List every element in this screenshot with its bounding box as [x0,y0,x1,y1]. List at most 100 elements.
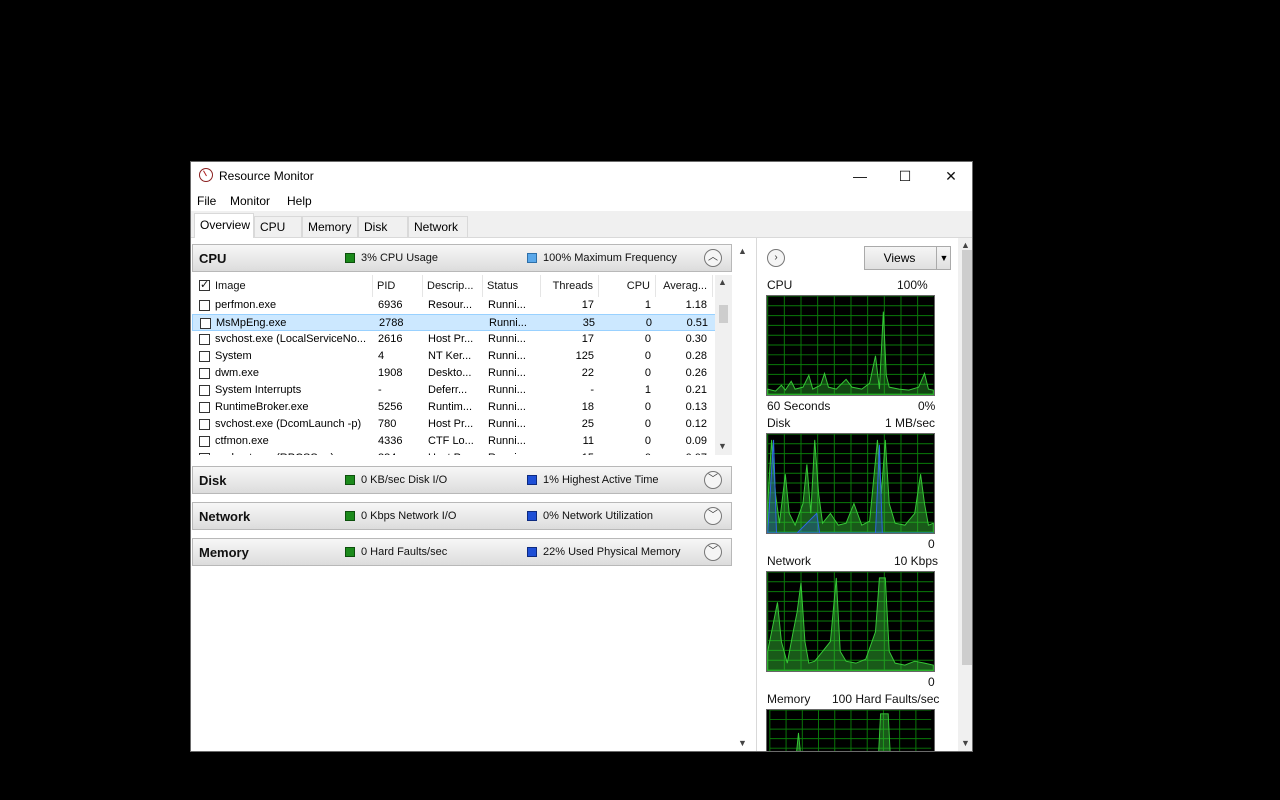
scroll-thumb[interactable] [962,250,972,665]
cpu-graph-title: CPU [767,278,793,292]
row-checkbox[interactable] [199,368,210,379]
cell-pid: 5256 [378,401,403,413]
cell-description: Deferr... [428,384,468,396]
network-graph [766,571,935,672]
row-checkbox[interactable] [199,385,210,396]
views-dropdown-arrow-icon[interactable]: ▼ [936,246,951,270]
column-description[interactable]: Descrip... [423,275,483,297]
table-row[interactable]: System Interrupts - Deferr... Runni... - 1 0.2… [192,382,716,399]
column-image[interactable]: Image [211,275,373,297]
tab-network[interactable]: Network [408,216,468,237]
tab-overview[interactable]: Overview [194,213,254,238]
resource-monitor-icon [199,168,213,182]
row-checkbox[interactable] [199,402,210,413]
close-button[interactable]: ✕ [928,162,972,190]
cell-average-cpu: 0.07 [656,452,707,455]
table-row[interactable]: perfmon.exe 6936 Resour... Runni... 17 1 1.18 [192,297,716,314]
left-pane-scrollbar[interactable]: ▲ ▼ [735,238,752,751]
disk-section-header[interactable]: Disk 0 KB/sec Disk I/O 1% Highest Active… [192,466,732,494]
scroll-down-arrow-icon[interactable]: ▼ [738,738,747,748]
cell-cpu: 0 [644,435,651,447]
cell-threads: 17 [581,333,594,345]
cell-pid: 2788 [379,317,404,329]
tab-memory[interactable]: Memory [302,216,358,237]
menu-monitor[interactable]: Monitor [230,194,270,208]
column-average-cpu[interactable]: Averag... [656,275,713,297]
tab-cpu[interactable]: CPU [254,216,302,237]
scroll-thumb[interactable] [719,305,728,323]
cell-description: Host Pr... [428,452,482,455]
cell-average-cpu: 0.21 [685,384,707,396]
table-row[interactable]: svchost.exe (RPCSS -p) 884 Host Pr... Runni… [192,450,716,455]
scroll-up-arrow-icon[interactable]: ▲ [738,246,747,256]
cell-status: Runni... [488,367,526,379]
row-checkbox[interactable] [199,334,210,345]
cell-status: Runni... [488,401,526,413]
expand-chevron-icon[interactable]: ﹀ [704,507,722,525]
table-row[interactable]: ctfmon.exe 4336 CTF Lo... Runni... 11 0 0.09 [192,433,716,450]
cpu-section-header[interactable]: CPU 3% CPU Usage 100% Maximum Frequency … [192,244,732,272]
collapse-pane-arrow-icon[interactable]: › [767,249,785,267]
scroll-down-arrow-icon[interactable]: ▼ [961,738,970,748]
menu-file[interactable]: File [197,194,216,208]
cell-status: Runni... [488,350,526,362]
graphs-toolbar: › Views ▼ [765,246,955,270]
table-row[interactable]: dwm.exe 1908 Deskto... Runni... 22 0 0.26 [192,365,716,382]
tab-disk[interactable]: Disk [358,216,408,237]
cell-cpu: 0 [644,367,651,379]
expand-chevron-icon[interactable]: ﹀ [704,471,722,489]
select-all-checkbox[interactable] [199,278,210,291]
cell-status: Runni... [488,452,540,455]
table-row[interactable]: RuntimeBroker.exe 5256 Runtim... Runni... 18… [192,399,716,416]
row-checkbox[interactable] [199,300,210,311]
column-threads[interactable]: Threads [541,275,599,297]
memory-graph [766,709,935,751]
collapse-chevron-icon[interactable]: ︿ [704,249,722,267]
tab-bar: Overview CPU Memory Disk Network [191,211,972,238]
scroll-up-arrow-icon[interactable]: ▲ [961,240,970,250]
cell-pid: - [378,384,382,396]
column-pid[interactable]: PID [373,275,423,297]
cell-image: dwm.exe [215,367,260,379]
row-checkbox[interactable] [200,318,211,329]
cell-cpu: 0 [644,333,651,345]
cell-average-cpu: 1.18 [685,299,707,311]
resource-monitor-window: Resource Monitor — ☐ ✕ File Monitor Help… [190,161,973,752]
memory-section-header[interactable]: Memory 0 Hard Faults/sec 22% Used Physic… [192,538,732,566]
column-cpu[interactable]: CPU [599,275,656,297]
graphs-scrollbar[interactable]: ▲ ▼ [958,238,972,751]
cell-cpu: 0 [599,452,651,455]
cpu-table-scrollbar[interactable]: ▲ ▼ [715,275,732,455]
used-memory-legend-icon [527,547,537,557]
memory-graph-title: Memory [767,692,811,706]
used-memory-stat: 22% Used Physical Memory [543,546,681,558]
network-section-header[interactable]: Network 0 Kbps Network I/O 0% Network Ut… [192,502,732,530]
scroll-up-arrow-icon[interactable]: ▲ [718,277,727,287]
hard-faults-legend-icon [345,547,355,557]
expand-chevron-icon[interactable]: ﹀ [704,543,722,561]
row-checkbox[interactable] [199,436,210,447]
table-row[interactable]: svchost.exe (LocalServiceNo... 2616 Host P… [192,331,716,348]
cell-image: MsMpEng.exe [216,317,287,329]
table-row[interactable]: svchost.exe (DcomLaunch -p) 780 Host Pr...… [192,416,716,433]
maximize-button[interactable]: ☐ [882,162,928,190]
table-row[interactable]: System 4 NT Ker... Runni... 125 0 0.28 [192,348,716,365]
scroll-down-arrow-icon[interactable]: ▼ [718,441,727,451]
row-checkbox[interactable] [199,453,210,455]
cell-description: Host Pr... [428,418,474,430]
cell-description: Runtim... [428,401,473,413]
cell-pid: 780 [378,418,397,430]
title-bar[interactable]: Resource Monitor — ☐ ✕ [191,162,972,190]
disk-active-time-stat: 1% Highest Active Time [543,474,659,486]
max-frequency-stat: 100% Maximum Frequency [543,252,677,264]
minimize-button[interactable]: — [837,162,883,190]
cell-threads: 35 [582,317,595,329]
network-section-title: Network [199,509,251,524]
row-checkbox[interactable] [199,351,210,362]
disk-io-legend-icon [345,475,355,485]
table-row[interactable]: MsMpEng.exe 2788 Runni... 35 0 0.51 [192,314,716,331]
column-status[interactable]: Status [483,275,541,297]
cell-pid: 4336 [378,435,403,447]
row-checkbox[interactable] [199,419,210,430]
menu-help[interactable]: Help [287,194,312,208]
